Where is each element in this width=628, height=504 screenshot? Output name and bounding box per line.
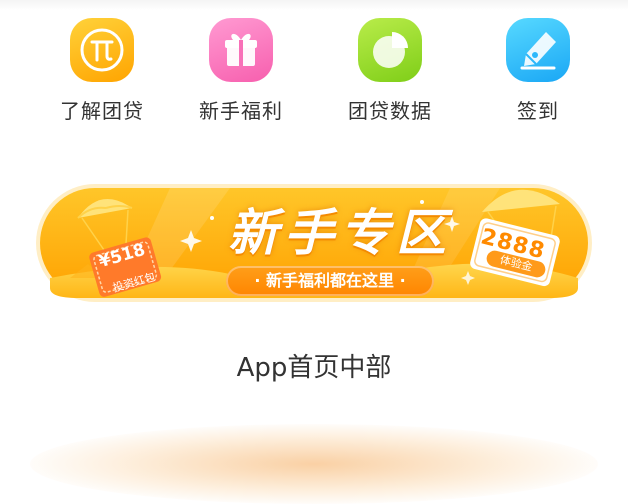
entry-label: 新手福利 [199,99,283,123]
entry-tuandai-data[interactable]: 团贷数据 [320,16,460,128]
pi-icon [80,28,124,72]
newbie-zone-banner[interactable]: 新手专区 · 新手福利都在这里 · ¥518 投资红包 2888 体验金 [30,178,598,308]
banner-title: 新手专区 [228,204,452,262]
entry-icon-background [358,18,422,82]
banner-subtitle: · 新手福利都在这里 · [226,266,434,296]
top-divider [0,0,628,10]
gift-icon [225,33,257,66]
bottom-glow [30,424,598,504]
entry-checkin[interactable]: 签到 [468,16,608,128]
pie-chart-icon [373,32,408,68]
entry-label: 团贷数据 [348,99,432,123]
section-caption: App首页中部 [236,353,392,383]
entry-label: 了解团贷 [60,99,144,123]
entry-learn-tuandai[interactable]: 了解团贷 [32,16,172,128]
entry-icon-background [70,18,134,82]
pen-nib-icon [520,32,556,70]
entry-icon-background [209,18,273,82]
quick-entry-row: 了解团贷 新手福利 团贷数据 签到 [0,16,628,128]
entry-label: 签到 [517,99,559,123]
entry-newbie-welfare[interactable]: 新手福利 [171,16,311,128]
entry-icon-background [506,18,570,82]
